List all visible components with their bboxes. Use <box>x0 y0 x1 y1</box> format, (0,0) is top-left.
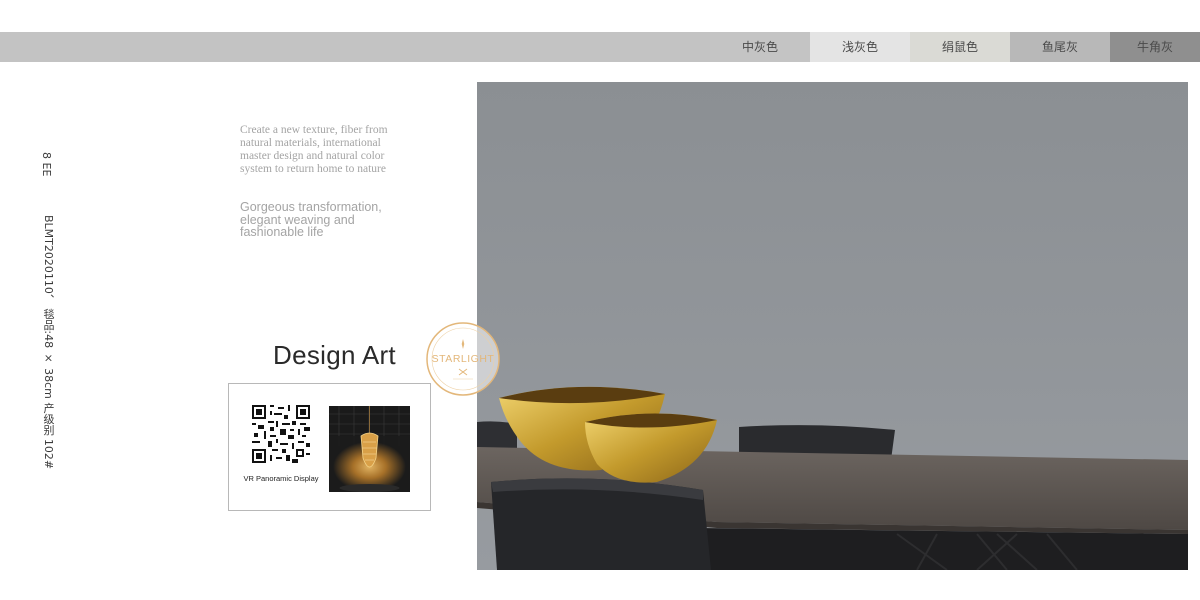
qr-code-icon[interactable] <box>252 405 310 463</box>
color-swatch-bar: 中灰色 浅灰色 绢鼠色 鱼尾灰 牛角灰 <box>0 32 1200 62</box>
intro-sans-text: Gorgeous transformation, elegant weaving… <box>240 200 382 239</box>
swatch-label: 浅灰色 <box>841 40 878 54</box>
vr-card: VR Panoramic Display <box>228 383 431 511</box>
starlight-badge: STARLIGHT <box>426 322 500 396</box>
qr-caption: VR Panoramic Display <box>243 474 319 483</box>
page-number: 8 EE <box>40 152 53 177</box>
swatch-medium-gray: 中灰色 <box>710 32 810 62</box>
intro-serif-text: Create a new texture, fiber from natural… <box>240 124 388 175</box>
swatch-label: 中灰色 <box>741 40 778 54</box>
product-info: BLMT2020110、 毯品:48 × 38cm 产级别 102# <box>42 215 55 470</box>
chandelier-thumbnail[interactable] <box>329 406 410 492</box>
swatch-light-gray: 浅灰色 <box>810 32 910 62</box>
swatch-label: 鱼尾灰 <box>1041 40 1078 54</box>
page-title: Design Art <box>273 340 396 370</box>
badge-text: STARLIGHT <box>432 353 495 365</box>
swatch-label: 牛角灰 <box>1136 40 1173 54</box>
swatch-horn-gray: 牛角灰 <box>1110 32 1200 62</box>
swatch-label: 绢鼠色 <box>941 40 978 54</box>
swatch-mouse-gray: 绢鼠色 <box>910 32 1010 62</box>
swatch-fishtail-gray: 鱼尾灰 <box>1010 32 1110 62</box>
dining-room-photo <box>477 82 1188 570</box>
